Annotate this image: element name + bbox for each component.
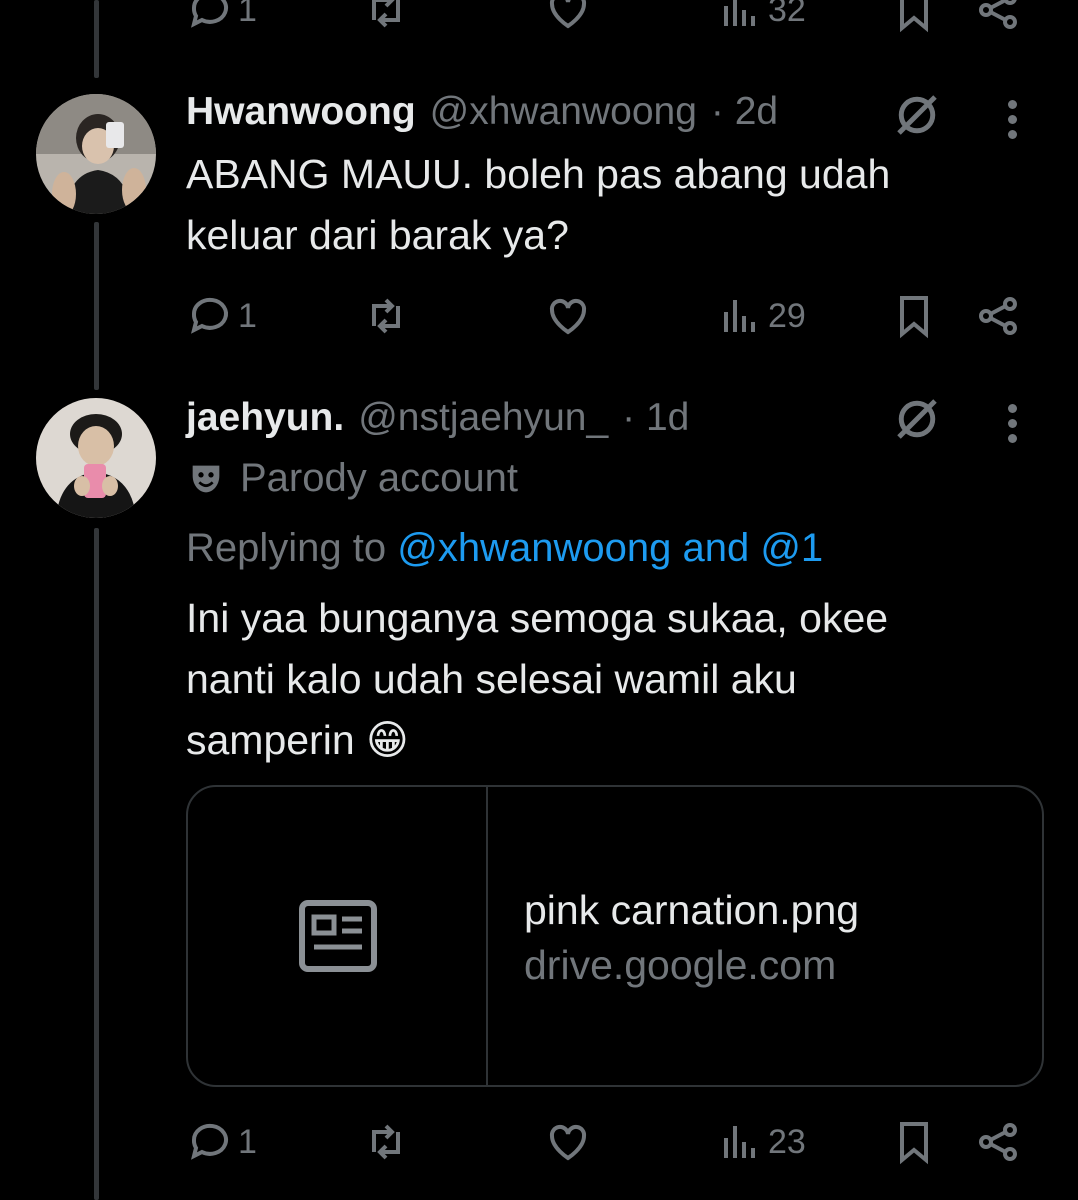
views-count: 29 — [768, 296, 806, 335]
parody-mask-icon — [192, 465, 220, 492]
share-icon — [979, 0, 1017, 29]
retweet-icon — [372, 0, 400, 28]
reply-button[interactable]: 1 — [186, 0, 257, 34]
display-name[interactable]: Hwanwoong — [186, 90, 416, 134]
share-button[interactable] — [974, 1118, 1022, 1166]
timestamp[interactable]: · 2d — [711, 90, 778, 134]
more-dot — [1008, 434, 1017, 443]
more-dot — [1008, 130, 1017, 139]
tweet-text-line: nanti kalo udah selesai wamil aku — [186, 656, 797, 702]
avatar-image — [36, 94, 156, 214]
tweet-text-line: keluar dari barak ya? — [186, 212, 569, 258]
more-dot — [1008, 419, 1017, 428]
heart-icon — [549, 1124, 587, 1161]
reply-count: 1 — [238, 296, 257, 335]
tweet-text: ABANG MAUU. boleh pas abang udah keluar … — [186, 144, 1046, 266]
timestamp[interactable]: · 1d — [622, 396, 689, 440]
reply-count: 1 — [238, 0, 257, 29]
article-icon — [299, 900, 377, 972]
views-button[interactable]: 23 — [716, 1118, 806, 1166]
views-button[interactable]: 32 — [716, 0, 806, 34]
retweet-button[interactable] — [362, 1118, 410, 1166]
reply-button[interactable]: 1 — [186, 1118, 257, 1166]
tweet-text-line: samperin — [186, 717, 355, 763]
share-button[interactable] — [974, 292, 1022, 340]
more-options-button[interactable] — [1008, 398, 1017, 449]
reply-button[interactable]: 1 — [186, 292, 257, 340]
replying-to: Replying to @xhwanwoong and @1 — [186, 526, 823, 571]
avatar-image — [36, 398, 156, 518]
reply-count: 1 — [238, 1122, 257, 1161]
more-dot — [1008, 115, 1017, 124]
grok-button[interactable] — [890, 392, 944, 451]
views-icon — [724, 1126, 755, 1158]
grok-icon — [897, 95, 937, 135]
retweet-button[interactable] — [362, 0, 410, 34]
link-card[interactable]: pink carnation.png drive.google.com — [186, 785, 1044, 1087]
bookmark-button[interactable] — [890, 1118, 938, 1166]
thread-line-top — [94, 0, 99, 78]
views-icon — [724, 300, 755, 332]
avatar[interactable] — [36, 398, 156, 518]
link-card-title: pink carnation.png — [524, 887, 860, 933]
link-card-thumbnail — [188, 787, 488, 1085]
like-button[interactable] — [544, 0, 592, 34]
replying-prefix: Replying to — [186, 526, 387, 570]
reply-icon — [191, 1123, 228, 1160]
more-dot — [1008, 100, 1017, 109]
parody-text: Parody account — [240, 456, 518, 500]
views-icon — [724, 0, 755, 26]
grin-emoji: 😁 — [366, 717, 409, 763]
thread-line-bottom — [94, 528, 99, 1200]
reply-icon — [191, 297, 228, 334]
tweet-text-line: Ini yaa bunganya semoga sukaa, okee — [186, 595, 889, 641]
bookmark-icon — [900, 1122, 928, 1165]
display-name[interactable]: jaehyun. — [186, 396, 344, 440]
retweet-icon — [372, 298, 400, 334]
replying-users-link[interactable]: @xhwanwoong and @1 — [397, 526, 823, 570]
like-button[interactable] — [544, 1118, 592, 1166]
bookmark-icon — [900, 296, 928, 339]
retweet-button[interactable] — [362, 292, 410, 340]
avatar[interactable] — [36, 94, 156, 214]
retweet-icon — [372, 1124, 400, 1160]
views-count: 32 — [768, 0, 806, 29]
thread-line-middle — [94, 222, 99, 390]
heart-icon — [549, 298, 587, 335]
grok-button[interactable] — [890, 88, 944, 147]
like-button[interactable] — [544, 292, 592, 340]
user-handle[interactable]: @nstjaehyun_ — [358, 396, 608, 440]
user-handle[interactable]: @xhwanwoong — [430, 90, 697, 134]
parody-label: Parody account — [186, 456, 518, 501]
reply-icon — [191, 0, 228, 28]
more-options-button[interactable] — [1008, 94, 1017, 145]
share-button[interactable] — [974, 0, 1022, 34]
grok-icon — [897, 399, 937, 439]
views-count: 23 — [768, 1122, 806, 1161]
link-card-domain: drive.google.com — [524, 942, 837, 988]
heart-icon — [549, 0, 587, 29]
views-button[interactable]: 29 — [716, 292, 806, 340]
more-dot — [1008, 404, 1017, 413]
bookmark-icon — [900, 0, 928, 33]
tweet-text: Ini yaa bunganya semoga sukaa, okee nant… — [186, 588, 1046, 771]
bookmark-button[interactable] — [890, 292, 938, 340]
bookmark-button[interactable] — [890, 0, 938, 34]
tweet-text-line: ABANG MAUU. boleh pas abang udah — [186, 151, 891, 197]
share-icon — [979, 1123, 1017, 1161]
share-icon — [979, 297, 1017, 335]
